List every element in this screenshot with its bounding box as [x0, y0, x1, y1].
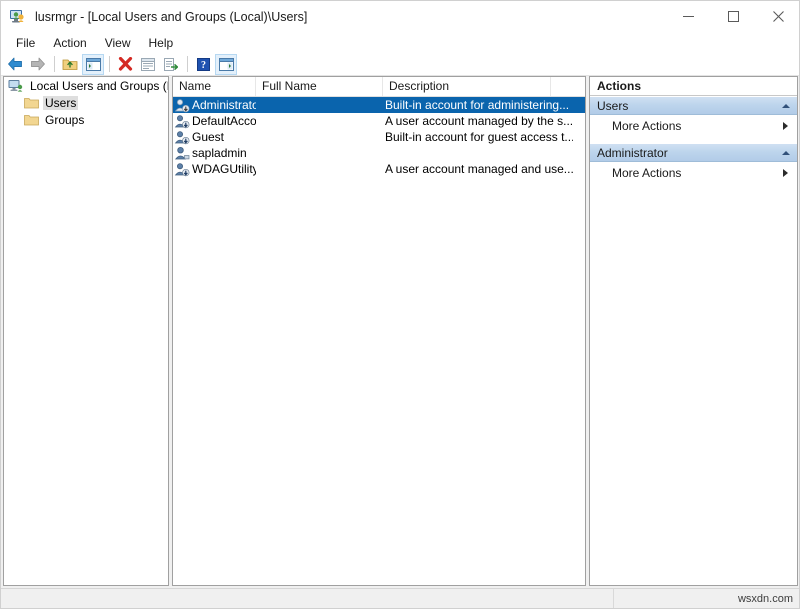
chevron-right-icon — [783, 122, 788, 130]
column-header-name[interactable]: Name — [173, 77, 256, 96]
status-bar: wsxdn.com — [1, 588, 800, 608]
action-more-actions-administrator-label: More Actions — [612, 166, 681, 180]
up-one-level-icon[interactable] — [59, 54, 81, 75]
row-name-text: sapladmin — [192, 146, 247, 160]
column-header-full-name[interactable]: Full Name — [256, 77, 383, 96]
table-row[interactable]: sapladmin — [173, 145, 585, 161]
export-list-icon[interactable] — [160, 54, 182, 75]
properties-icon[interactable] — [137, 54, 159, 75]
row-name-text: Administrator — [192, 98, 256, 112]
user-disabled-icon — [174, 130, 190, 145]
tree-item-users[interactable]: Users — [4, 94, 168, 111]
chevron-up-icon[interactable] — [782, 151, 790, 155]
toolbar-separator — [187, 56, 188, 72]
menu-bar: File Action View Help — [1, 32, 800, 53]
row-name-cell: Guest — [173, 130, 256, 145]
toolbar-separator — [54, 56, 55, 72]
row-description-cell: A user account managed and use... — [383, 162, 573, 176]
action-more-actions-users[interactable]: More Actions — [590, 115, 797, 136]
console-tree-pane: Local Users and Groups (Local) Users Gro… — [3, 76, 169, 586]
menu-action[interactable]: Action — [44, 34, 95, 52]
list-header: Name Full Name Description — [173, 77, 585, 97]
tree-item-root[interactable]: Local Users and Groups (Local) — [4, 77, 168, 94]
delete-icon[interactable] — [114, 54, 136, 75]
row-name-text: Guest — [192, 130, 224, 144]
computer-users-icon — [9, 8, 27, 26]
back-icon[interactable] — [4, 54, 26, 75]
user-disabled-icon — [174, 114, 190, 129]
row-name-cell: sapladmin — [173, 146, 256, 161]
main-content: Local Users and Groups (Local) Users Gro… — [1, 76, 800, 590]
minimize-button[interactable] — [666, 1, 711, 32]
status-bar-left — [1, 589, 614, 609]
table-row[interactable]: WDAGUtility... A user account managed an… — [173, 161, 585, 177]
svg-text:?: ? — [201, 60, 206, 71]
menu-view[interactable]: View — [96, 34, 140, 52]
row-description-cell: Built-in account for guest access t... — [383, 130, 573, 144]
actions-section-users-label: Users — [597, 99, 628, 113]
row-name-text: WDAGUtility... — [192, 162, 256, 176]
maximize-button[interactable] — [711, 1, 756, 32]
tree-item-groups-label: Groups — [43, 113, 86, 127]
table-row[interactable]: Administrator Built-in account for admin… — [173, 97, 585, 113]
actions-section-administrator[interactable]: Administrator — [590, 143, 797, 162]
watermark-text: wsxdn.com — [738, 593, 793, 605]
user-icon — [174, 146, 190, 161]
show-hide-console-tree-icon[interactable] — [82, 54, 104, 75]
forward-icon[interactable] — [27, 54, 49, 75]
folder-icon — [24, 97, 39, 109]
tree-item-groups[interactable]: Groups — [4, 111, 168, 128]
row-name-cell: DefaultAcco... — [173, 114, 256, 129]
row-name-cell: Administrator — [173, 98, 256, 113]
tree-item-users-label: Users — [43, 96, 78, 110]
row-description-cell: A user account managed by the s... — [383, 114, 573, 128]
toolbar: ? — [1, 53, 800, 76]
show-hide-action-pane-icon[interactable] — [215, 54, 237, 75]
computer-icon — [8, 79, 24, 93]
help-icon[interactable]: ? — [192, 54, 214, 75]
window-controls — [666, 1, 800, 32]
actions-pane: Actions Users More Actions Administrator… — [589, 76, 798, 586]
row-name-cell: WDAGUtility... — [173, 162, 256, 177]
action-more-actions-users-label: More Actions — [612, 119, 681, 133]
table-row[interactable]: DefaultAcco... A user account managed by… — [173, 113, 585, 129]
user-disabled-icon — [174, 162, 190, 177]
user-disabled-icon — [174, 98, 190, 113]
close-button[interactable] — [756, 1, 800, 32]
actions-section-administrator-label: Administrator — [597, 146, 668, 160]
row-description-cell: Built-in account for administering... — [383, 98, 573, 112]
menu-file[interactable]: File — [7, 34, 44, 52]
column-header-description[interactable]: Description — [383, 77, 551, 96]
actions-section-users[interactable]: Users — [590, 96, 797, 115]
row-name-text: DefaultAcco... — [192, 114, 256, 128]
actions-spacer — [590, 136, 797, 143]
actions-pane-title: Actions — [590, 77, 797, 96]
status-bar-right: wsxdn.com — [614, 589, 800, 609]
toolbar-separator — [109, 56, 110, 72]
table-row[interactable]: Guest Built-in account for guest access … — [173, 129, 585, 145]
lusrmgr-window: lusrmgr - [Local Users and Groups (Local… — [0, 0, 800, 609]
chevron-up-icon[interactable] — [782, 104, 790, 108]
users-list-pane: Name Full Name Description Administrator — [172, 76, 586, 586]
action-more-actions-administrator[interactable]: More Actions — [590, 162, 797, 183]
tree-item-root-label: Local Users and Groups (Local) — [28, 79, 169, 93]
folder-icon — [24, 114, 39, 126]
menu-help[interactable]: Help — [140, 34, 183, 52]
chevron-right-icon — [783, 169, 788, 177]
window-title: lusrmgr - [Local Users and Groups (Local… — [35, 10, 307, 24]
title-bar: lusrmgr - [Local Users and Groups (Local… — [1, 1, 800, 32]
